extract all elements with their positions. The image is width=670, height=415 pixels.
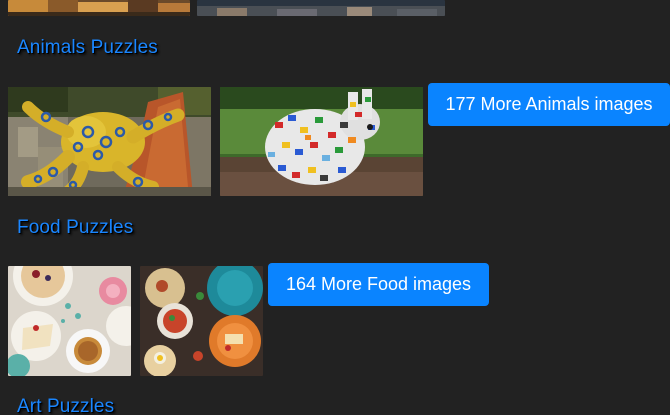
animals-section-heading[interactable]: Animals Puzzles bbox=[17, 37, 158, 59]
more-food-images-button[interactable]: 164 More Food images bbox=[268, 263, 489, 306]
lego-octopus-image[interactable] bbox=[8, 87, 211, 196]
food-section-heading[interactable]: Food Puzzles bbox=[17, 217, 133, 239]
art-section-heading[interactable]: Art Puzzles bbox=[17, 396, 114, 415]
previous-section-image-2[interactable] bbox=[197, 0, 445, 16]
more-animals-images-button[interactable]: 177 More Animals images bbox=[428, 83, 670, 126]
dessert-tea-table-image[interactable] bbox=[8, 266, 131, 376]
lego-colorful-bunny-image[interactable] bbox=[220, 87, 423, 196]
mexican-food-table-image[interactable] bbox=[140, 266, 263, 376]
puzzle-category-page: Animals Puzzles 177 More Animals images … bbox=[0, 0, 670, 415]
previous-section-image-1[interactable] bbox=[8, 0, 190, 16]
